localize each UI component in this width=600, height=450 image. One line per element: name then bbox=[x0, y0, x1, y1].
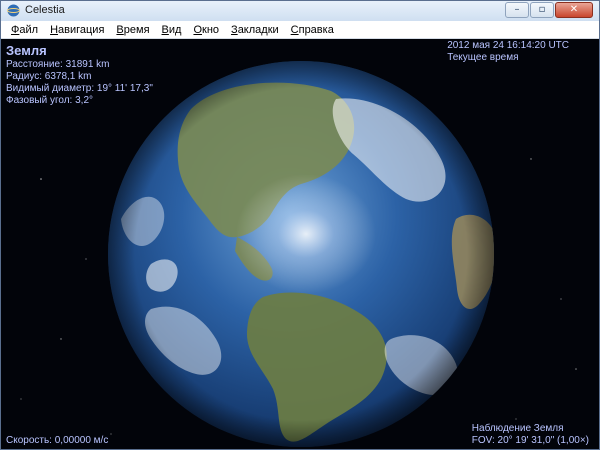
radius-readout: Радиус: 6378,1 km bbox=[6, 71, 92, 82]
window-title: Celestia bbox=[25, 4, 65, 16]
fov-readout: FOV: 20° 19' 31,0" (1,00×) bbox=[471, 435, 589, 446]
menu-navigation[interactable]: Навигация bbox=[44, 21, 110, 39]
view-info-panel: Наблюдение Земля FOV: 20° 19' 31,0" (1,0… bbox=[472, 423, 589, 447]
menu-time[interactable]: Время bbox=[110, 21, 155, 39]
time-mode-readout: Текущее время bbox=[447, 52, 519, 63]
minimize-button[interactable]: – bbox=[505, 2, 529, 18]
menu-view[interactable]: Вид bbox=[156, 21, 188, 39]
maximize-icon: ▫ bbox=[538, 4, 546, 15]
celestia-app-icon bbox=[7, 4, 20, 17]
apparent-diameter-readout: Видимый диаметр: 19° 11' 17,3" bbox=[6, 83, 153, 94]
menu-bar: Файл Навигация Время Вид Окно Закладки С… bbox=[1, 21, 599, 39]
maximize-button[interactable]: ▫ bbox=[530, 2, 554, 18]
time-info-panel: 2012 мая 24 16:14:20 UTC Текущее время bbox=[447, 40, 569, 64]
view-mode-readout: Наблюдение Земля bbox=[471, 423, 564, 434]
menu-file[interactable]: Файл bbox=[5, 21, 44, 39]
close-button[interactable]: ✕ bbox=[555, 2, 593, 18]
datetime-readout: 2012 мая 24 16:14:20 UTC bbox=[447, 40, 569, 51]
phase-angle-readout: Фазовый угол: 3,2° bbox=[6, 95, 94, 106]
minimize-icon: – bbox=[514, 4, 520, 15]
distance-readout: Расстояние: 31891 km bbox=[6, 59, 110, 70]
object-info-panel: Земля Расстояние: 31891 km Радиус: 6378,… bbox=[6, 43, 153, 107]
menu-window[interactable]: Окно bbox=[187, 21, 225, 39]
app-window: Celestia – ▫ ✕ Файл Навигация Время Вид … bbox=[0, 0, 600, 450]
menu-help[interactable]: Справка bbox=[285, 21, 340, 39]
window-controls: – ▫ ✕ bbox=[505, 2, 593, 18]
close-icon: ✕ bbox=[569, 4, 579, 15]
title-bar[interactable]: Celestia – ▫ ✕ bbox=[1, 1, 599, 22]
menu-bookmarks[interactable]: Закладки bbox=[225, 21, 285, 39]
speed-readout: Скорость: 0,00000 м/с bbox=[6, 435, 109, 446]
render-viewport[interactable]: Земля Расстояние: 31891 km Радиус: 6378,… bbox=[1, 39, 599, 449]
object-name: Земля bbox=[6, 43, 47, 58]
earth-globe bbox=[108, 61, 494, 447]
